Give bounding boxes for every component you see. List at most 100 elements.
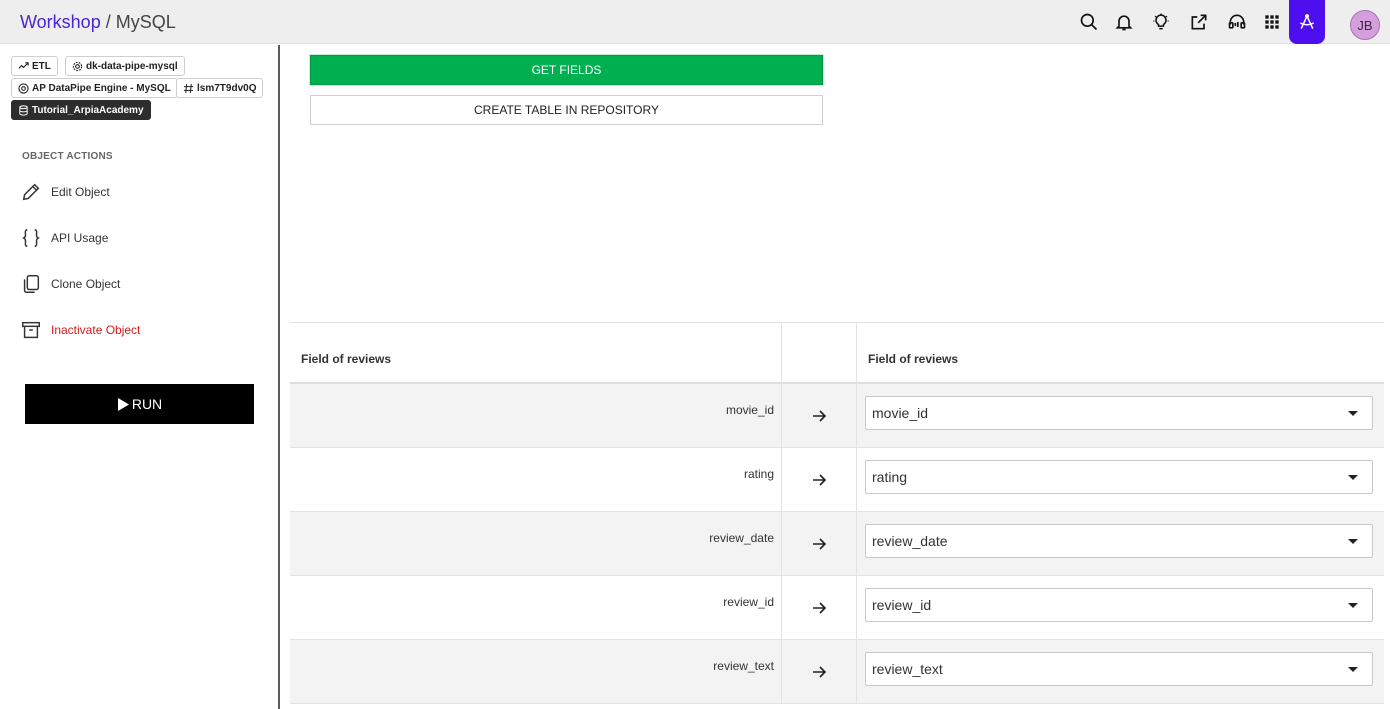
target-cell: movie_id [857,384,1384,447]
gear-icon [72,61,83,71]
source-field-name: review_date [709,531,774,545]
source-cell: review_text [290,640,782,703]
target-header-cell: Field of reviews [857,323,1384,382]
run-button[interactable]: RUN [25,384,254,424]
arrow-cell [782,448,857,511]
table-header-row: Field of reviews Field of reviews [290,323,1384,384]
target-field-value: review_date [872,533,948,549]
search-icon[interactable] [1077,10,1101,34]
copy-icon [23,275,40,293]
breadcrumb: Workshop / MySQL [20,10,176,34]
database-icon [19,104,28,116]
target-cell: review_date [857,512,1384,575]
arrow-right-icon [813,474,827,486]
breadcrumb-separator: / [105,12,111,32]
table-row: review_id review_id [290,576,1384,640]
inactivate-object-label: Inactivate Object [51,323,141,337]
play-icon [117,397,129,411]
inactivate-object-action[interactable]: Inactivate Object [20,317,140,343]
tag-object-id-label: lsm7T9dv0Q [197,82,257,94]
edit-object-label: Edit Object [51,185,110,199]
tag-engine-label: AP DataPipe Engine - MySQL [32,82,171,94]
arrow-header-cell [782,323,857,382]
source-header-cell: Field of reviews [290,323,782,382]
source-field-name: review_text [713,659,774,673]
tag-datapipe[interactable]: dk-data-pipe-mysql [65,56,185,76]
clone-object-action[interactable]: Clone Object [20,271,120,297]
target-field-select[interactable]: review_id [865,588,1373,622]
object-actions-title: OBJECT ACTIONS [22,151,113,162]
arrow-right-icon [813,410,827,422]
source-cell: rating [290,448,782,511]
share-icon[interactable] [1187,10,1211,34]
target-field-value: rating [872,469,908,485]
target-field-value: review_id [872,597,932,613]
target-field-select[interactable]: movie_id [865,396,1373,430]
headset-icon[interactable] [1225,10,1249,34]
api-usage-action[interactable]: API Usage [20,225,108,251]
tag-engine[interactable]: AP DataPipe Engine - MySQL [11,78,178,98]
chevron-down-icon [1348,539,1358,544]
source-field-name: review_id [723,595,774,609]
source-cell: movie_id [290,384,782,447]
api-usage-label: API Usage [51,231,109,245]
apps-grid-icon[interactable] [1260,10,1284,34]
breadcrumb-workshop-link[interactable]: Workshop [20,12,101,32]
sidebar: ETL dk-data-pipe-mysql AP DataPipe Engin… [0,45,280,709]
source-cell: review_date [290,512,782,575]
get-fields-button[interactable]: GET FIELDS [310,55,823,85]
arrow-cell [782,512,857,575]
arrow-right-icon [813,666,827,678]
chevron-down-icon [1348,475,1358,480]
tag-etl[interactable]: ETL [11,56,58,76]
target-cell: rating [857,448,1384,511]
bell-icon[interactable] [1112,10,1136,34]
breadcrumb-current: MySQL [115,12,176,32]
arrow-cell [782,384,857,447]
tag-datapipe-label: dk-data-pipe-mysql [86,60,178,72]
arrow-cell [782,640,857,703]
arrow-cell [782,576,857,639]
table-row: movie_id movie_id [290,384,1384,448]
arpia-assistant-button[interactable] [1289,0,1325,44]
chevron-down-icon [1348,411,1358,416]
pencil-icon [22,183,40,201]
tag-etl-label: ETL [32,60,51,72]
target-field-select[interactable]: review_date [865,524,1373,558]
tag-repository-label: Tutorial_ArpiaAcademy [32,104,144,116]
source-column-header: Field of reviews [301,352,392,366]
chevron-down-icon [1348,603,1358,608]
target-field-value: review_text [872,661,943,677]
target-cell: review_text [857,640,1384,703]
main-content: GET FIELDS CREATE TABLE IN REPOSITORY Fi… [290,45,1384,709]
target-column-header: Field of reviews [868,352,959,366]
lightbulb-icon[interactable] [1149,10,1173,34]
target-field-select[interactable]: rating [865,460,1373,494]
arrow-right-icon [813,538,827,550]
tag-repository[interactable]: Tutorial_ArpiaAcademy [11,100,151,120]
target-cell: review_id [857,576,1384,639]
create-table-button[interactable]: CREATE TABLE IN REPOSITORY [310,95,823,125]
field-mapping-table: Field of reviews Field of reviews movie_… [290,322,1384,704]
chevron-down-icon [1348,667,1358,672]
source-field-name: movie_id [725,403,774,417]
clone-object-label: Clone Object [51,277,121,291]
archive-icon [22,321,40,339]
run-label: RUN [131,396,163,412]
edit-object-action[interactable]: Edit Object [20,179,110,205]
table-row: review_text review_text [290,640,1384,704]
engine-icon [18,82,29,94]
braces-icon [22,229,40,247]
tag-object-id[interactable]: lsm7T9dv0Q [176,78,264,98]
source-field-name: rating [743,467,774,481]
hash-icon [183,83,194,93]
arrow-right-icon [813,602,827,614]
source-cell: review_id [290,576,782,639]
table-row: rating rating [290,448,1384,512]
target-field-select[interactable]: review_text [865,652,1373,686]
table-row: review_date review_date [290,512,1384,576]
top-bar: Workshop / MySQL JB [0,0,1390,44]
avatar[interactable]: JB [1350,10,1380,40]
arpia-assistant-icon [1299,14,1315,29]
etl-icon [18,61,29,69]
